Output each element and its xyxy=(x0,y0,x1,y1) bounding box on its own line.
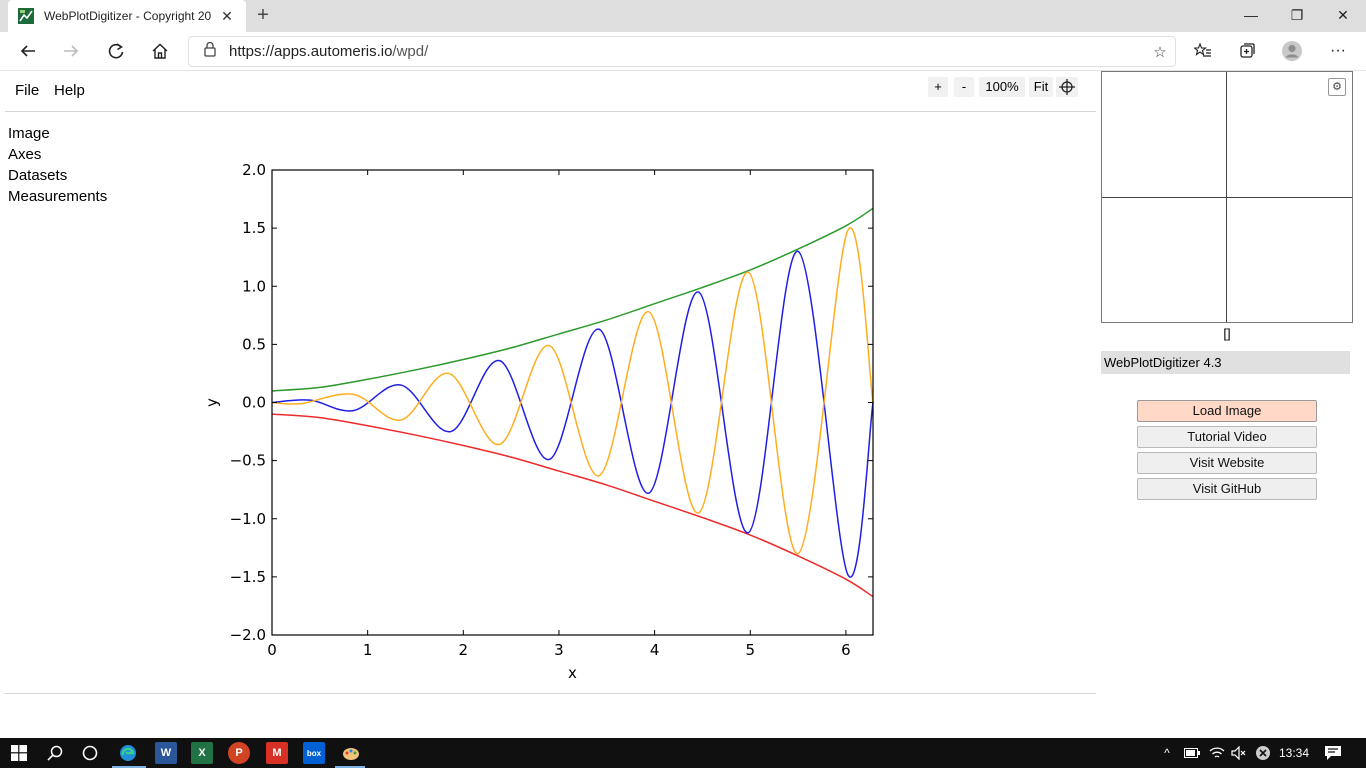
y-tick-label-6: −1.0 xyxy=(230,510,266,528)
plot-frame xyxy=(271,169,874,636)
sidebar-item-datasets[interactable]: Datasets xyxy=(8,165,107,186)
back-arrow-icon[interactable] xyxy=(13,36,43,66)
notification-off-icon[interactable] xyxy=(1253,738,1273,768)
series-line-2 xyxy=(271,250,874,578)
powerpoint-app-icon[interactable]: P xyxy=(228,742,250,764)
sidebar-menu: Image Axes Datasets Measurements xyxy=(8,123,107,207)
window-minimize-button[interactable]: — xyxy=(1228,0,1274,32)
word-app-icon[interactable]: W xyxy=(155,742,177,764)
home-icon[interactable] xyxy=(145,36,175,66)
url-host: https://apps.automeris.io xyxy=(229,43,393,60)
x-tick-label-2: 2 xyxy=(459,641,469,659)
tray-overflow-icon[interactable]: ^ xyxy=(1158,738,1176,768)
task-view-icon[interactable] xyxy=(79,742,101,764)
browser-toolbar: https://apps.automeris.io/wpd/ ☆ ··· xyxy=(0,32,1366,71)
new-tab-button[interactable]: + xyxy=(252,4,274,28)
url-text: https://apps.automeris.io/wpd/ xyxy=(229,43,1145,60)
volume-muted-icon[interactable] xyxy=(1229,738,1249,768)
battery-icon[interactable] xyxy=(1182,738,1202,768)
excel-app-icon[interactable]: X xyxy=(191,742,213,764)
menu-file[interactable]: File xyxy=(15,82,39,99)
search-icon[interactable] xyxy=(44,742,66,764)
y-tick-label-7: −1.5 xyxy=(230,568,266,586)
windows-start-icon[interactable] xyxy=(8,742,30,764)
refresh-icon[interactable] xyxy=(101,36,131,66)
wifi-icon[interactable] xyxy=(1207,738,1227,768)
load-image-button[interactable]: Load Image xyxy=(1137,400,1317,422)
sidebar-item-axes[interactable]: Axes xyxy=(8,144,107,165)
box-app-icon[interactable]: box xyxy=(303,742,325,764)
y-tick-label-1: 1.5 xyxy=(242,219,266,237)
lock-icon xyxy=(203,41,217,62)
y-tick-label-0: 2.0 xyxy=(242,161,266,179)
loupe-crosshair-horizontal xyxy=(1102,197,1352,198)
x-tick-label-0: 0 xyxy=(267,641,277,659)
collections-icon[interactable] xyxy=(1232,36,1262,66)
address-bar[interactable]: https://apps.automeris.io/wpd/ ☆ xyxy=(188,36,1176,67)
visit-github-button[interactable]: Visit GitHub xyxy=(1137,478,1317,500)
zoom-out-button[interactable]: - xyxy=(954,77,974,97)
app-menubar: File Help + - 100% Fit xyxy=(5,71,1096,112)
x-tick-label-3: 3 xyxy=(554,641,564,659)
zoom-loupe: ⚙ xyxy=(1101,71,1353,323)
crosshair-icon[interactable] xyxy=(1056,77,1078,97)
browser-tab-strip: WebPlotDigitizer - Copyright 20 ✕ + — ❐ … xyxy=(0,0,1366,32)
profile-avatar-icon[interactable] xyxy=(1277,36,1307,66)
x-tick-label-1: 1 xyxy=(363,641,373,659)
y-axis-label: y xyxy=(203,398,221,407)
zoom-level[interactable]: 100% xyxy=(979,77,1025,97)
tab-title: WebPlotDigitizer - Copyright 20 xyxy=(44,9,212,23)
action-center-icon[interactable] xyxy=(1320,738,1346,768)
gmail-app-icon[interactable]: M xyxy=(266,742,288,764)
visit-website-button[interactable]: Visit Website xyxy=(1137,452,1317,474)
wpd-app: File Help + - 100% Fit Image Axes Datase… xyxy=(0,71,1366,738)
version-label: WebPlotDigitizer 4.3 xyxy=(1101,351,1350,374)
menu-help[interactable]: Help xyxy=(54,82,85,99)
plot-image-canvas[interactable]: 0 1 2 3 4 5 6 2.0 1.5 1.0 0.5 0.0 −0.5 −1.0 −1.5 −2.0 x y xyxy=(190,151,910,691)
tutorial-video-button[interactable]: Tutorial Video xyxy=(1137,426,1317,448)
series-line-3 xyxy=(271,227,874,555)
clock-time[interactable]: 13:34 xyxy=(1276,738,1312,768)
series-line-0 xyxy=(271,207,874,392)
forward-arrow-icon[interactable] xyxy=(56,36,86,66)
y-tick-label-4: 0.0 xyxy=(242,394,266,412)
x-tick-label-6: 6 xyxy=(841,641,851,659)
y-tick-label-5: −0.5 xyxy=(230,452,266,470)
tab-close-icon[interactable]: ✕ xyxy=(218,8,236,25)
right-panel: ⚙ [] WebPlotDigitizer 4.3 Load Image Tut… xyxy=(1101,71,1366,738)
cursor-coordinates: [] xyxy=(1223,326,1231,341)
line-chart: 0 1 2 3 4 5 6 2.0 1.5 1.0 0.5 0.0 −0.5 −1.0 −1.5 −2.0 x y xyxy=(203,161,874,682)
y-tick-label-2: 1.0 xyxy=(242,277,266,295)
more-menu-icon[interactable]: ··· xyxy=(1323,36,1353,66)
series-line-1 xyxy=(271,413,874,598)
zoom-fit-button[interactable]: Fit xyxy=(1029,77,1053,97)
zoom-in-button[interactable]: + xyxy=(928,77,948,97)
favorite-star-icon[interactable]: ☆ xyxy=(1145,43,1175,61)
x-tick-label-4: 4 xyxy=(650,641,660,659)
x-tick-label-5: 5 xyxy=(745,641,755,659)
sidebar-item-measurements[interactable]: Measurements xyxy=(8,186,107,207)
canvas-bottom-divider xyxy=(5,693,1096,694)
paint-app-icon[interactable] xyxy=(340,742,362,764)
browser-tab[interactable]: WebPlotDigitizer - Copyright 20 ✕ xyxy=(8,0,246,32)
sidebar-item-image[interactable]: Image xyxy=(8,123,107,144)
favorites-list-icon[interactable] xyxy=(1188,36,1218,66)
url-path: /wpd/ xyxy=(392,43,429,60)
wpd-favicon-icon xyxy=(18,8,34,24)
window-restore-button[interactable]: ❐ xyxy=(1274,0,1320,32)
edge-browser-icon[interactable] xyxy=(117,742,139,764)
x-axis-label: x xyxy=(568,664,577,682)
windows-taskbar: W X P M box ^ 13:34 xyxy=(0,738,1366,768)
window-close-button[interactable]: ✕ xyxy=(1320,0,1366,32)
y-tick-label-3: 0.5 xyxy=(242,335,266,353)
loupe-settings-icon[interactable]: ⚙ xyxy=(1328,78,1346,96)
y-tick-label-8: −2.0 xyxy=(230,626,266,644)
